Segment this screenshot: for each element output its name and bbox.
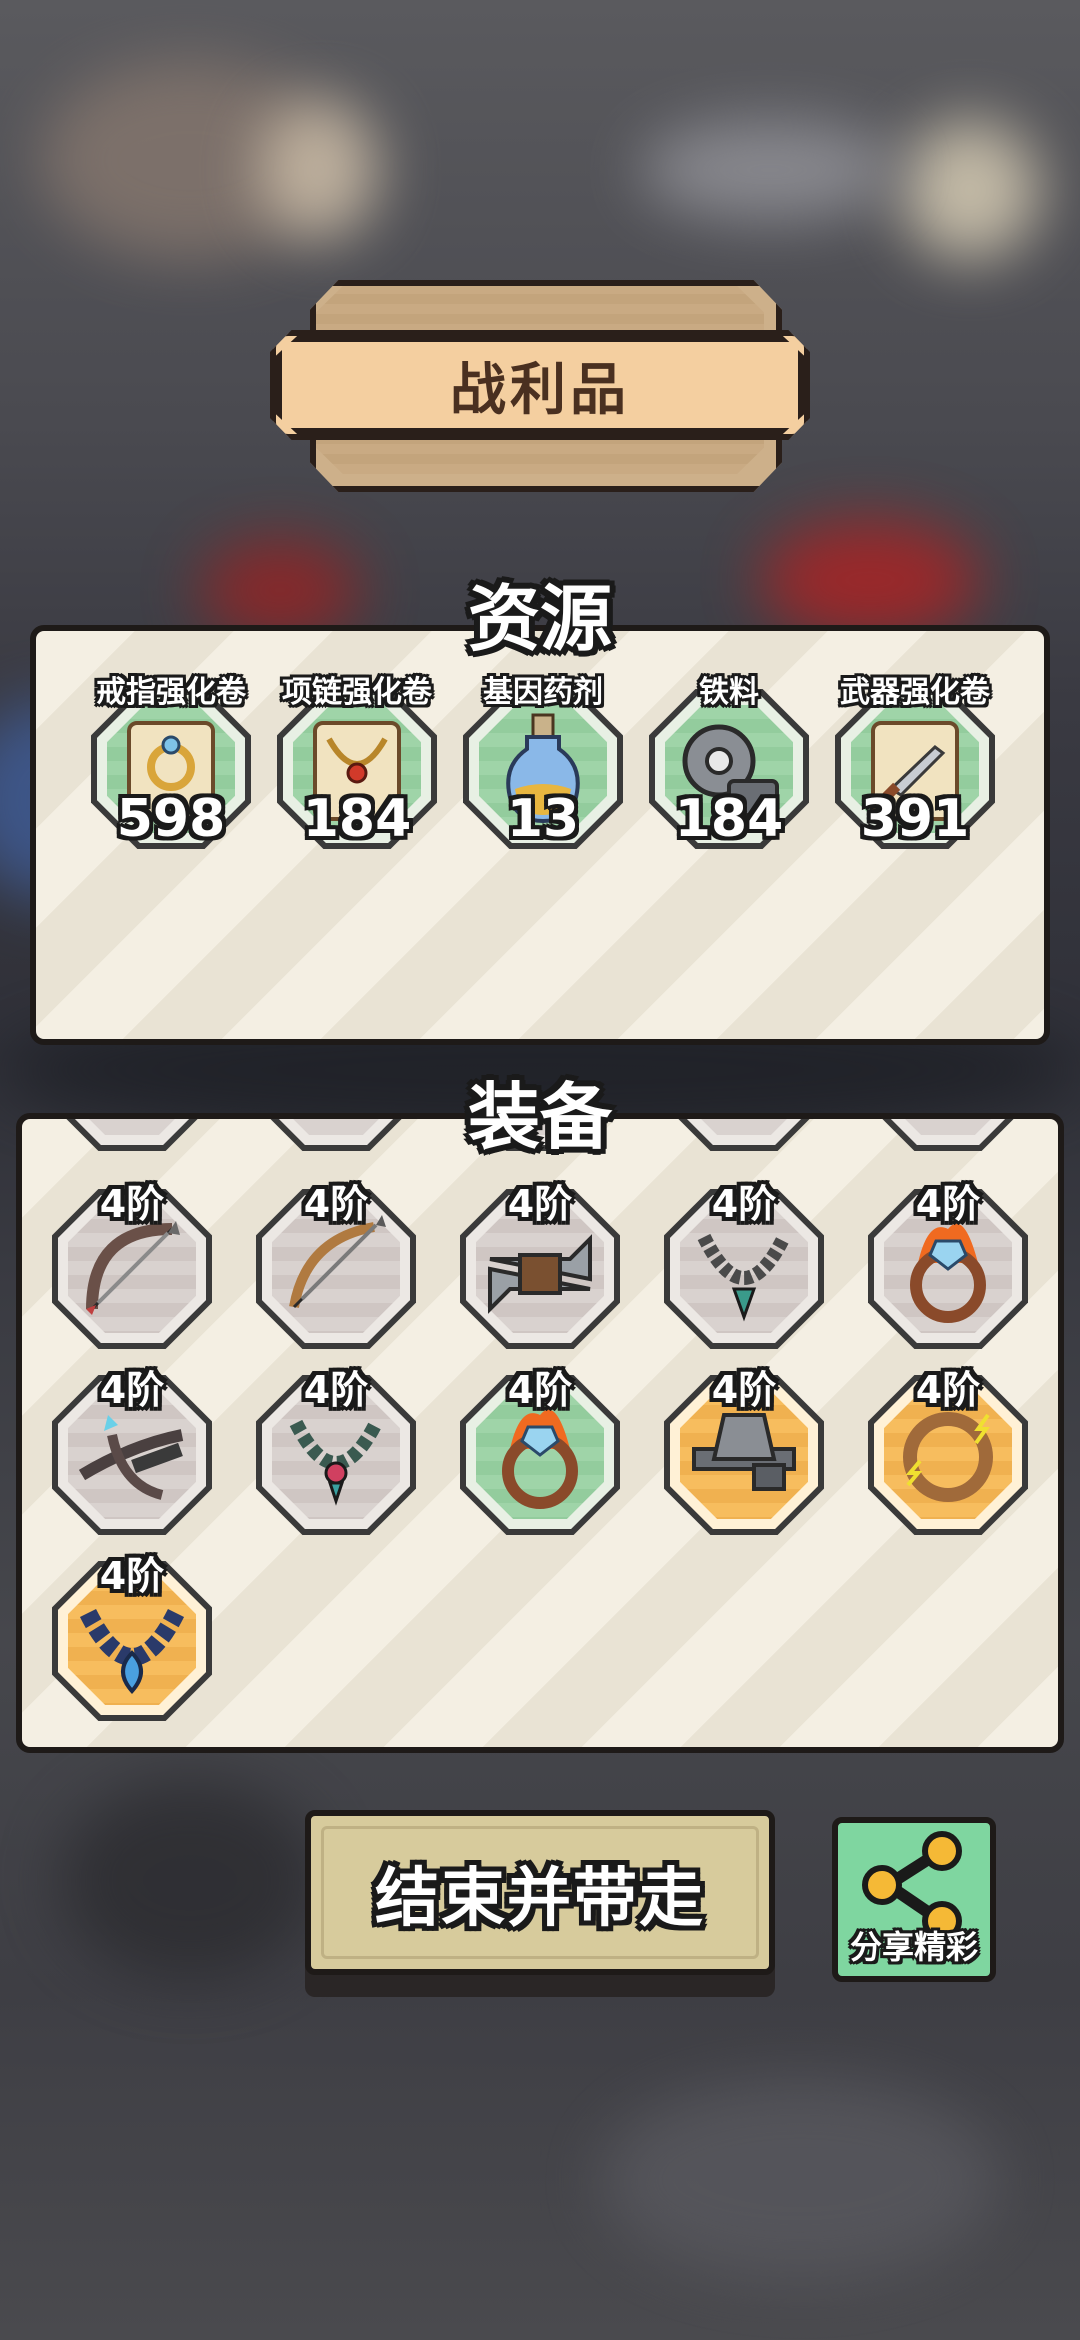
equipment-tier-label: 4阶 [99,1368,165,1412]
equipment-heading: 装备 [467,1075,612,1159]
resource-count: 598 [116,789,226,849]
resource-count: 184 [674,789,784,849]
equipment-item[interactable]: 4阶 [868,1368,1038,1545]
equipment-panel: 4阶 4阶 4阶 4阶 4阶 4阶 4阶 4阶 4阶 4阶 4阶 [16,1113,1064,1753]
equipment-tier-label: 4阶 [507,1182,573,1226]
equipment-tier-label: 4阶 [303,1368,369,1412]
equipment-item[interactable]: 4阶 [256,1368,426,1545]
resource-count: 13 [506,789,580,849]
equipment-tier-label: 4阶 [99,1182,165,1226]
equipment-item[interactable]: 4阶 [460,1368,630,1545]
equipment-tier-label: 4阶 [915,1182,981,1226]
equipment-item[interactable]: 4阶 [52,1182,222,1359]
equipment-item[interactable]: 4阶 [664,1182,834,1359]
resource-item[interactable]: 武器强化卷 391 [830,675,1000,861]
equipment-item[interactable]: 4阶 [460,1182,630,1359]
page-title: 战利品 [450,357,630,423]
share-button[interactable]: 分享精彩 [832,1817,996,1982]
resources-heading: 资源 [467,577,612,661]
resources-panel: 戒指强化卷 598 项链强化卷 184 基因药剂 13 铁料 184 武器强化卷 391 [30,625,1050,1045]
resource-label: 武器强化卷 [840,675,990,710]
share-button-label: 分享精彩 [849,1928,978,1966]
resource-item[interactable]: 戒指强化卷 598 [86,675,256,861]
equipment-item[interactable]: 4阶 [52,1554,222,1731]
resource-count: 391 [860,789,970,849]
equipment-item[interactable]: 4阶 [256,1182,426,1359]
resource-item[interactable]: 铁料 184 [644,675,814,861]
equipment-tier-label: 4阶 [711,1368,777,1412]
equipment-tier-label: 4阶 [507,1368,573,1412]
equipment-tier-label: 4阶 [99,1554,165,1598]
resource-item[interactable]: 基因药剂 13 [458,675,628,861]
equipment-tier-label: 4阶 [915,1368,981,1412]
equipment-item[interactable]: 4阶 [52,1368,222,1545]
equipment-item[interactable]: 4阶 [868,1182,1038,1359]
equipment-tier-label: 4阶 [711,1182,777,1226]
resource-count: 184 [302,789,412,849]
finish-and-take-button[interactable]: 结束并带走 [305,1810,775,1975]
equipment-tier-label: 4阶 [303,1182,369,1226]
resource-item[interactable]: 项链强化卷 184 [272,675,442,861]
finish-button-label: 结束并带走 [375,1861,705,1936]
equipment-item[interactable]: 4阶 [664,1368,834,1545]
title-banner: 战利品 [270,330,810,440]
